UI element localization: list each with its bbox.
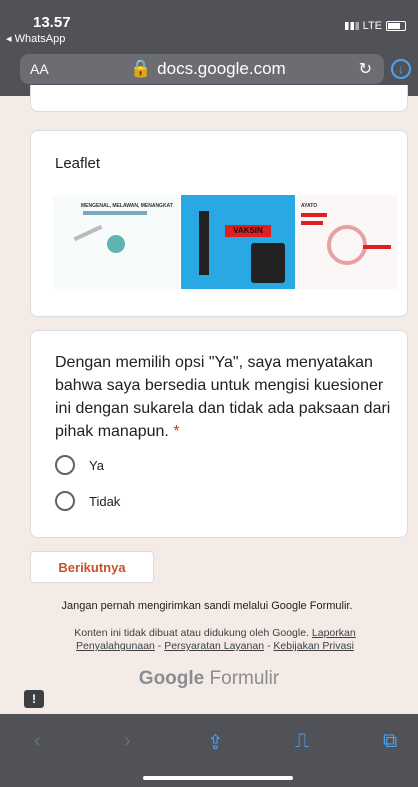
download-icon[interactable]: ↓ xyxy=(391,59,411,79)
question-text: Dengan memilih opsi "Ya", saya menyataka… xyxy=(55,351,393,443)
radio-tidak[interactable] xyxy=(55,491,75,511)
next-button[interactable]: Berikutnya xyxy=(30,551,154,583)
forward-icon[interactable]: › xyxy=(124,730,131,753)
google-forms-logo: Google Formulir xyxy=(0,668,418,690)
brand-formulir: Formulir xyxy=(209,668,280,689)
option-ya[interactable]: Ya xyxy=(55,455,104,475)
terms-link[interactable]: Persyaratan Layanan xyxy=(164,640,264,652)
leaflet-image-3-heading: AYATO xyxy=(301,203,318,209)
leaflet-title: Leaflet xyxy=(55,155,101,172)
brand-google: Google xyxy=(138,668,205,689)
signal-icon xyxy=(344,22,359,30)
battery-icon xyxy=(386,21,406,31)
leaflet-card: Leaflet MENGENAL, MELAWAN, MENANGKAT VAK… xyxy=(30,130,408,317)
disclaimer: Konten ini tidak dibuat atau didukung ol… xyxy=(74,627,356,652)
share-icon[interactable]: ⇪ xyxy=(207,730,224,755)
address-bar[interactable]: AA 🔒 docs.google.com ↻ xyxy=(20,54,384,84)
option-tidak-label: Tidak xyxy=(89,493,121,509)
syringe-icon xyxy=(199,211,209,275)
tabs-icon[interactable]: ⧉ xyxy=(383,730,397,753)
syringe-icon xyxy=(73,224,103,242)
diagram-circle xyxy=(327,225,367,265)
back-to-app-link[interactable]: ◂ WhatsApp xyxy=(6,32,65,45)
disclaimer-text: Konten ini tidak dibuat atau didukung ol… xyxy=(74,627,309,639)
consent-question-card: Dengan memilih opsi "Ya", saya menyataka… xyxy=(30,330,408,538)
leaflet-image-1[interactable]: MENGENAL, MELAWAN, MENANGKAT xyxy=(53,195,179,289)
option-ya-label: Ya xyxy=(89,457,104,473)
leaflet-image-2-heading: VAKSIN xyxy=(233,226,263,235)
radio-ya[interactable] xyxy=(55,455,75,475)
question-label: Dengan memilih opsi "Ya", saya menyataka… xyxy=(55,354,391,440)
url-display[interactable]: 🔒 docs.google.com xyxy=(130,59,286,79)
status-time: 13.57 xyxy=(33,14,71,31)
leaflet-image-2[interactable]: VAKSIN xyxy=(181,195,295,289)
password-warning: Jangan pernah mengirimkan sandi melalui … xyxy=(61,600,353,612)
leaflet-image-3[interactable]: AYATO xyxy=(297,195,397,289)
back-icon[interactable]: ‹ xyxy=(34,730,41,753)
leaflet-images: MENGENAL, MELAWAN, MENANGKAT VAKSIN AYAT… xyxy=(53,195,397,289)
option-tidak[interactable]: Tidak xyxy=(55,491,120,511)
leaflet-image-1-heading: MENGENAL, MELAWAN, MENANGKAT xyxy=(81,203,173,209)
vaccine-bottle-icon xyxy=(251,243,285,283)
lock-icon: 🔒 xyxy=(130,59,152,78)
url-text: docs.google.com xyxy=(157,59,286,78)
previous-card xyxy=(30,85,408,112)
home-indicator xyxy=(143,776,293,780)
required-marker: * xyxy=(173,423,180,440)
network-label: LTE xyxy=(362,20,382,32)
virus-icon xyxy=(107,235,125,253)
reload-icon[interactable]: ↻ xyxy=(359,59,372,79)
privacy-link[interactable]: Kebijakan Privasi xyxy=(273,640,354,652)
browser-chrome: 13.57 ◂ WhatsApp LTE AA 🔒 docs.google.co… xyxy=(0,0,418,96)
bookmarks-icon[interactable]: ⎍ xyxy=(295,730,309,753)
text-size-button[interactable]: AA xyxy=(30,61,49,77)
status-indicators: LTE xyxy=(344,20,406,32)
report-problem-icon[interactable]: ! xyxy=(24,690,44,708)
